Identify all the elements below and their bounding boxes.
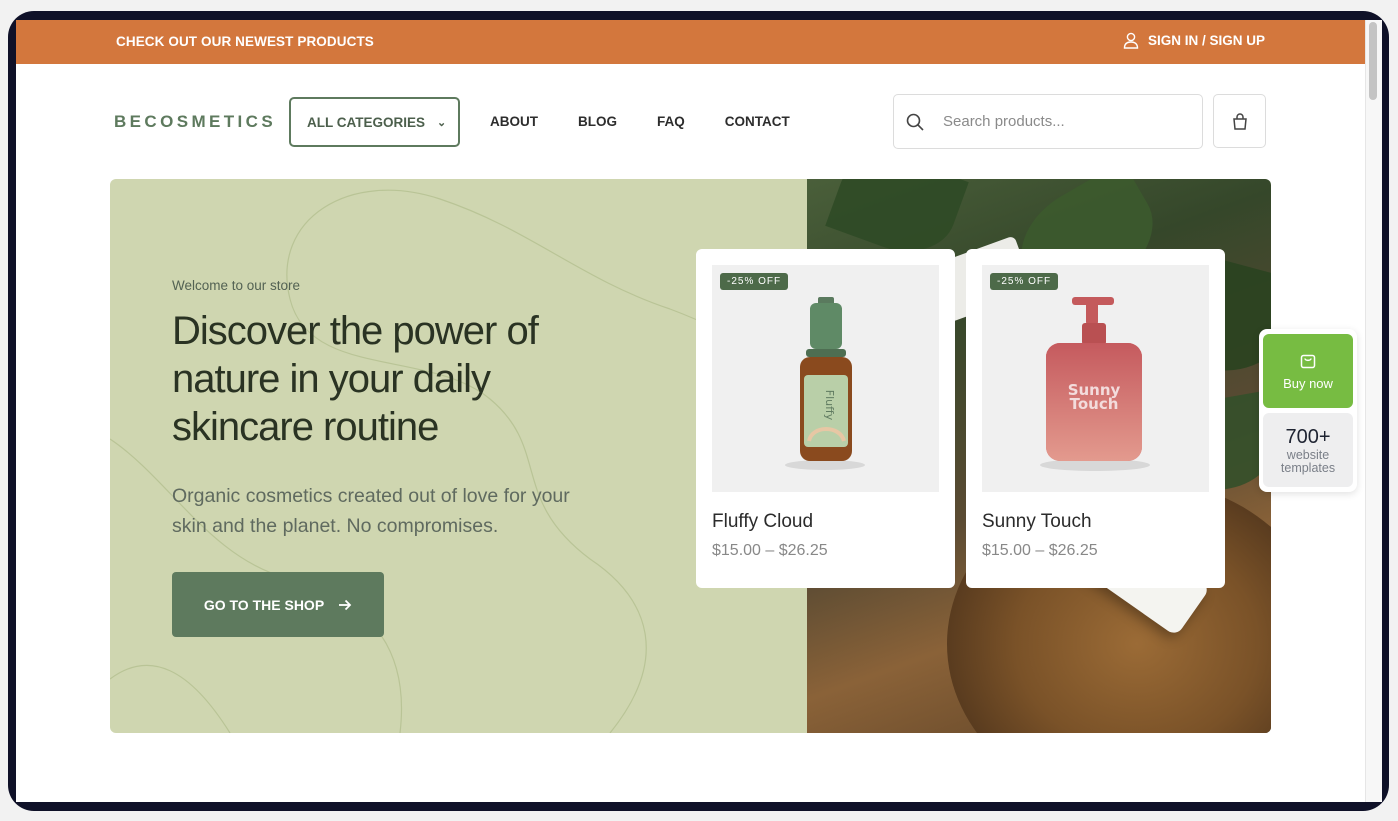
sign-in-label: SIGN IN / SIGN UP: [1147, 33, 1265, 48]
product-card[interactable]: Fluffy -25% OFF Fluffy Cloud $15.00 – $2…: [696, 249, 955, 588]
nav-about[interactable]: ABOUT: [490, 114, 538, 129]
promo-text: CHECK OUT OUR NEWEST PRODUCTS: [116, 34, 374, 49]
product-image[interactable]: Fluffy -25% OFF: [712, 265, 939, 492]
templates-count-button[interactable]: 700+ website templates: [1263, 413, 1353, 487]
buy-widget: Buy now 700+ website templates: [1259, 329, 1357, 492]
svg-text:Touch: Touch: [1070, 395, 1119, 413]
cart-button[interactable]: [1213, 94, 1266, 148]
shopping-bag-icon: [1300, 354, 1316, 369]
arrow-right-icon: [339, 599, 352, 610]
categories-label: ALL CATEGORIES: [307, 114, 426, 130]
product-price: $15.00 – $26.25: [982, 542, 1098, 559]
shop-button-label: GO TO THE SHOP: [203, 596, 325, 613]
hero-subtitle: Organic cosmetics created out of love fo…: [172, 485, 570, 537]
product-card[interactable]: Sunny Touch -25% OFF Sunny Touch $15.00 …: [966, 249, 1225, 588]
svg-text:Fluffy: Fluffy: [823, 390, 836, 421]
serum-bottle-image: Fluffy: [785, 297, 865, 470]
buy-now-button[interactable]: Buy now: [1263, 334, 1353, 408]
hero-banner: Welcome to our store Discover the power …: [110, 179, 1271, 733]
all-categories-dropdown[interactable]: ALL CATEGORIES ⌄: [289, 97, 460, 147]
main-nav: ABOUT BLOG FAQ CONTACT: [490, 114, 790, 129]
user-icon: [1123, 32, 1139, 49]
templates-count: 700+: [1285, 425, 1331, 448]
search-input[interactable]: [943, 113, 1183, 130]
discount-badge: -25% OFF: [990, 273, 1059, 290]
nav-blog[interactable]: BLOG: [578, 114, 617, 129]
welcome-text: Welcome to our store: [172, 278, 301, 293]
hero-title: Discover the power of nature in your dai…: [172, 309, 539, 449]
browser-viewport: CHECK OUT OUR NEWEST PRODUCTS SIGN IN / …: [16, 20, 1382, 802]
product-name[interactable]: Sunny Touch: [982, 511, 1092, 533]
search-icon: [906, 113, 924, 131]
shopping-bag-icon: [1232, 113, 1247, 130]
chevron-down-icon: ⌄: [437, 116, 447, 129]
nav-faq[interactable]: FAQ: [657, 114, 685, 129]
go-to-shop-button[interactable]: GO TO THE SHOP: [172, 572, 384, 637]
product-price: $15.00 – $26.25: [712, 542, 828, 559]
scrollbar-thumb[interactable]: [1369, 22, 1377, 100]
sign-in-link[interactable]: SIGN IN / SIGN UP: [1123, 32, 1265, 49]
discount-badge: -25% OFF: [720, 273, 789, 290]
site-header: BECOSMETICS ALL CATEGORIES ⌄ ABOUT BLOG …: [16, 64, 1365, 179]
templates-label-line2: templates: [1280, 460, 1336, 475]
scrollbar[interactable]: [1365, 20, 1382, 802]
pump-bottle-image: Sunny Touch: [1040, 297, 1150, 471]
product-image[interactable]: Sunny Touch -25% OFF: [982, 265, 1209, 492]
announcement-bar: CHECK OUT OUR NEWEST PRODUCTS SIGN IN / …: [16, 20, 1365, 64]
product-name[interactable]: Fluffy Cloud: [712, 511, 813, 533]
buy-now-label: Buy now: [1283, 376, 1333, 391]
site-logo[interactable]: BECOSMETICS: [114, 112, 276, 132]
nav-contact[interactable]: CONTACT: [725, 114, 790, 129]
search-box: [893, 94, 1203, 149]
templates-label-line1: website: [1286, 447, 1330, 462]
